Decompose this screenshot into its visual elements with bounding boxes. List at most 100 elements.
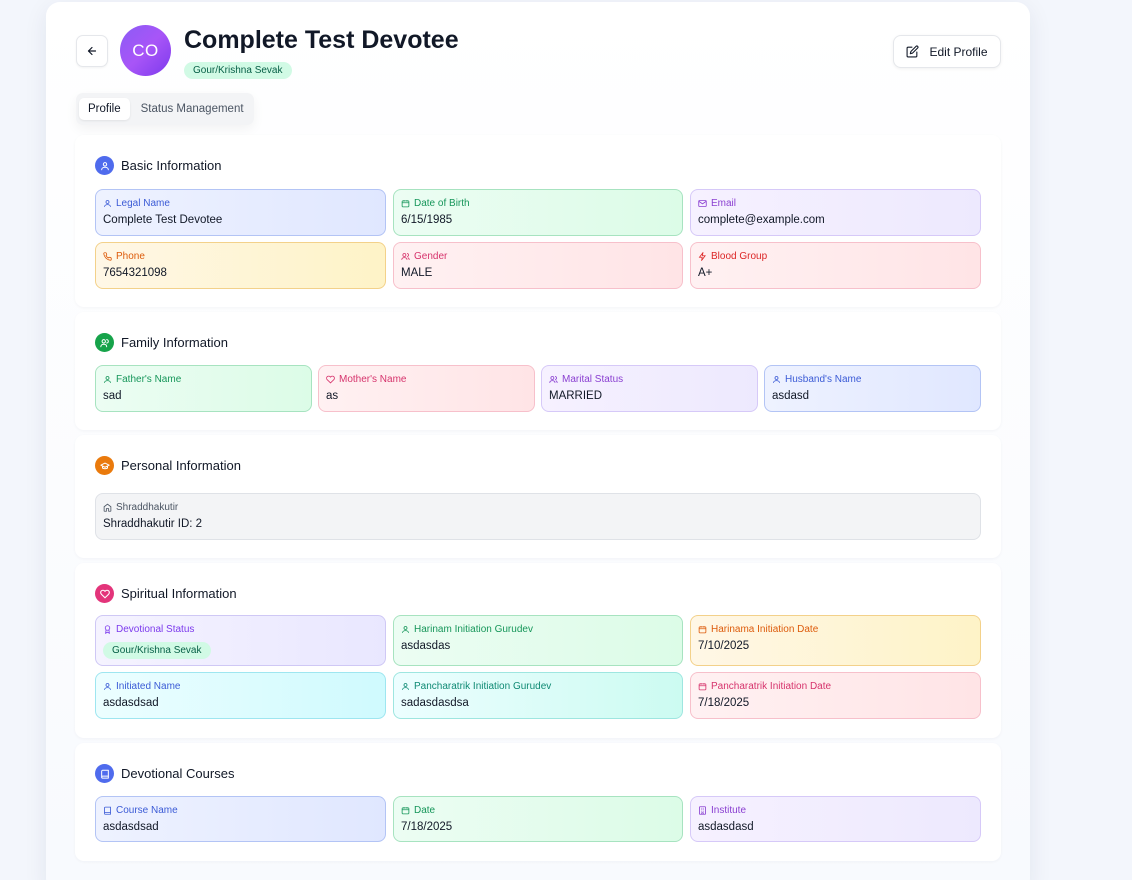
field-blood-group: Blood Group A+ bbox=[690, 242, 981, 289]
field-value: MALE bbox=[401, 267, 433, 279]
field-phone: Phone 7654321098 bbox=[95, 242, 386, 289]
basic-information-section: Basic Information Legal Name Complete Te… bbox=[75, 135, 1001, 307]
tab-profile[interactable]: Profile bbox=[79, 98, 130, 120]
user-icon bbox=[772, 375, 781, 384]
field-label: Institute bbox=[711, 805, 747, 816]
book-icon bbox=[103, 806, 112, 815]
graduation-cap-icon bbox=[95, 456, 114, 475]
calendar-icon bbox=[401, 199, 410, 208]
field-value: complete@example.com bbox=[698, 214, 825, 226]
profile-card: CO Complete Test Devotee Gour/Krishna Se… bbox=[46, 2, 1030, 880]
activity-icon bbox=[698, 252, 707, 261]
arrow-left-icon bbox=[86, 45, 98, 57]
edit-icon bbox=[906, 45, 919, 58]
phone-icon bbox=[103, 252, 112, 261]
user-icon bbox=[103, 375, 112, 384]
heart-icon bbox=[326, 375, 335, 384]
calendar-icon bbox=[401, 806, 410, 815]
field-label: Date of Birth bbox=[414, 198, 470, 209]
field-label: Devotional Status bbox=[116, 624, 195, 635]
back-button[interactable] bbox=[76, 35, 108, 67]
field-value: asdasdsad bbox=[103, 697, 159, 709]
field-course-name: Course Name asdasdsad bbox=[95, 796, 386, 842]
field-value: as bbox=[326, 390, 339, 402]
field-value: 7654321098 bbox=[103, 267, 167, 279]
field-pancharatrik-initiation-date: Pancharatrik Initiation Date 7/18/2025 bbox=[690, 672, 981, 719]
user-icon bbox=[103, 682, 112, 691]
field-label: Course Name bbox=[116, 805, 178, 816]
field-value: MARRIED bbox=[549, 390, 603, 402]
calendar-icon bbox=[698, 625, 707, 634]
heart-icon bbox=[95, 584, 114, 603]
field-value: 7/10/2025 bbox=[698, 640, 750, 652]
section-title: Personal Information bbox=[121, 458, 241, 473]
field-label: Date bbox=[414, 805, 436, 816]
field-marital-status: Marital Status MARRIED bbox=[541, 365, 758, 412]
status-badge-label: Gour/Krishna Sevak bbox=[184, 62, 292, 79]
edit-profile-label: Edit Profile bbox=[929, 44, 988, 59]
section-title: Basic Information bbox=[121, 158, 222, 173]
user-icon bbox=[103, 199, 112, 208]
tab-status-management[interactable]: Status Management bbox=[132, 98, 253, 120]
user-icon bbox=[401, 682, 410, 691]
status-badge: Gour/Krishna Sevak bbox=[184, 60, 292, 79]
field-label: Shraddhakutir bbox=[116, 502, 179, 513]
field-initiated-name: Initiated Name asdasdsad bbox=[95, 672, 386, 719]
field-date-of-birth: Date of Birth 6/15/1985 bbox=[393, 189, 683, 236]
tab-bar: Profile Status Management bbox=[76, 93, 254, 125]
section-title: Spiritual Information bbox=[121, 586, 237, 601]
field-pancharatrik-initiation-gurudev: Pancharatrik Initiation Gurudev sadasdas… bbox=[393, 672, 683, 719]
user-icon bbox=[401, 625, 410, 634]
calendar-icon bbox=[698, 682, 707, 691]
field-value: 7/18/2025 bbox=[401, 821, 453, 833]
field-harinam-initiation-gurudev: Harinam Initiation Gurudev asdasdas bbox=[393, 615, 683, 666]
home-icon bbox=[103, 503, 112, 512]
user-icon bbox=[95, 156, 114, 175]
field-shraddhakutir: Shraddhakutir Shraddhakutir ID: 2 bbox=[95, 493, 981, 540]
field-value: asdasdsad bbox=[103, 821, 159, 833]
field-value: A+ bbox=[698, 267, 713, 279]
field-label: Blood Group bbox=[711, 251, 768, 262]
field-value: sadasdasdsa bbox=[401, 697, 469, 709]
field-gender: Gender MALE bbox=[393, 242, 683, 289]
field-harinama-initiation-date: Harinama Initiation Date 7/10/2025 bbox=[690, 615, 981, 666]
spiritual-information-section: Spiritual Information Devotional Status … bbox=[75, 563, 1001, 738]
edit-profile-button[interactable]: Edit Profile bbox=[893, 35, 1001, 68]
field-label: Gender bbox=[414, 251, 448, 262]
page-title: Complete Test Devotee bbox=[184, 26, 459, 54]
field-label: Mother's Name bbox=[339, 374, 407, 385]
field-value: Complete Test Devotee bbox=[103, 214, 223, 226]
award-icon bbox=[103, 625, 112, 634]
family-information-section: Family Information Father's Name sad Mot… bbox=[75, 312, 1001, 430]
field-email: Email complete@example.com bbox=[690, 189, 981, 236]
field-devotional-status: Devotional Status Gour/Krishna Sevak bbox=[95, 615, 386, 666]
devotional-status-badge: Gour/Krishna Sevak bbox=[103, 642, 211, 659]
field-label: Email bbox=[711, 198, 737, 209]
field-label: Pancharatrik Initiation Gurudev bbox=[414, 681, 552, 692]
field-label: Father's Name bbox=[116, 374, 182, 385]
section-title: Family Information bbox=[121, 335, 228, 350]
field-value: Shraddhakutir ID: 2 bbox=[103, 518, 203, 530]
field-institute: Institute asdasdasd bbox=[690, 796, 981, 842]
field-label: Harinama Initiation Date bbox=[711, 624, 819, 635]
field-label: Phone bbox=[116, 251, 145, 262]
field-value: asdasd bbox=[772, 390, 810, 402]
field-label: Legal Name bbox=[116, 198, 170, 209]
field-label: Husband's Name bbox=[785, 374, 862, 385]
field-label: Pancharatrik Initiation Date bbox=[711, 681, 832, 692]
field-fathers-name: Father's Name sad bbox=[95, 365, 312, 412]
field-label: Marital Status bbox=[562, 374, 624, 385]
field-legal-name: Legal Name Complete Test Devotee bbox=[95, 189, 386, 236]
field-husbands-name: Husband's Name asdasd bbox=[764, 365, 981, 412]
section-title: Devotional Courses bbox=[121, 766, 235, 781]
personal-information-section: Personal Information Shraddhakutir Shrad… bbox=[75, 435, 1001, 558]
field-value: asdasdas bbox=[401, 640, 451, 652]
field-course-date: Date 7/18/2025 bbox=[393, 796, 683, 842]
field-value: 7/18/2025 bbox=[698, 697, 750, 709]
field-value: sad bbox=[103, 390, 122, 402]
field-label: Initiated Name bbox=[116, 681, 181, 692]
field-value: asdasdasd bbox=[698, 821, 754, 833]
field-value: 6/15/1985 bbox=[401, 214, 453, 226]
users-icon bbox=[95, 333, 114, 352]
field-mothers-name: Mother's Name as bbox=[318, 365, 535, 412]
